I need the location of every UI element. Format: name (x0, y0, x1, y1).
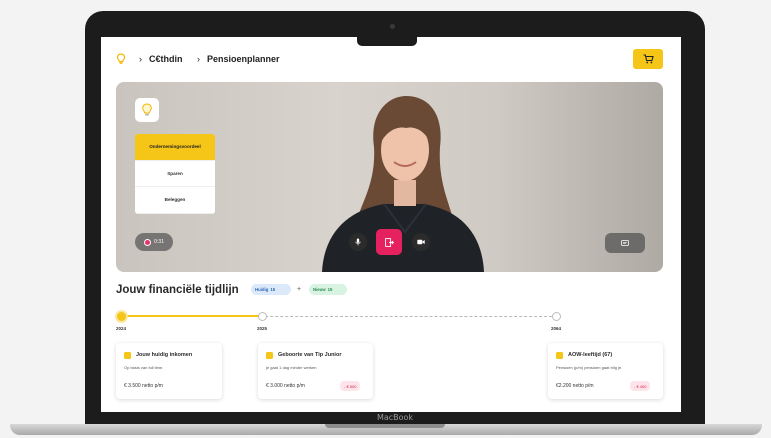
wallet-icon (124, 352, 131, 359)
menu-item-sparen[interactable]: Sparen (135, 161, 215, 188)
camera-notch (357, 37, 417, 46)
microphone-button[interactable] (349, 233, 367, 251)
delta-badge: - € 500 (340, 381, 361, 391)
star-icon (556, 352, 563, 359)
chevron-right-icon: › (139, 54, 142, 64)
menu-item-beleggen[interactable]: Beleggen (135, 187, 215, 214)
card-amount: €2.200 netto p/m (556, 383, 594, 389)
laptop-mockup: MacBook › C€thdin › Pensioenplanner Onde… (0, 0, 771, 438)
topic-menu: Ondernemingsvoordeel Sparen Beleggen (135, 134, 215, 214)
video-camera-icon (417, 239, 425, 245)
breadcrumb-current[interactable]: Pensioenplanner (207, 53, 280, 65)
timeline-title: Jouw financiële tijdlijn (116, 284, 239, 296)
filter-label: Huidig (255, 287, 269, 292)
delta-badge: - € 400 (630, 381, 651, 391)
cart-icon (643, 54, 654, 64)
card-title: AOW-leeftijd (67) (568, 352, 613, 358)
chevron-right-icon: › (197, 54, 200, 64)
timeline-year: 2024 (116, 326, 127, 331)
baby-icon (266, 352, 273, 359)
card-subtitle: Pensioen (p/m) pensioen gaat trilg je. (556, 365, 623, 370)
chat-icon (621, 239, 629, 246)
timeline-node[interactable] (258, 312, 267, 321)
webcam-dot (390, 24, 395, 29)
menu-item-ondernemingsvoordeel[interactable]: Ondernemingsvoordeel (135, 134, 215, 161)
filter-label: Nieuw (313, 287, 326, 292)
app-screen: › C€thdin › Pensioenplanner Ondernemings… (101, 37, 681, 412)
lightbulb-tile[interactable] (135, 98, 159, 122)
filter-count: 15 (270, 287, 276, 292)
filter-pill-nieuw[interactable]: Nieuw 15 (309, 284, 347, 295)
timeline-card-aow[interactable]: AOW-leeftijd (67) Pensioen (p/m) pensioe… (548, 343, 663, 399)
timeline-node[interactable] (552, 312, 561, 321)
filter-pill-huidig[interactable]: Huidig 15 (251, 284, 291, 295)
breadcrumb-home[interactable]: C€thdin (149, 53, 183, 65)
laptop-hinge (325, 424, 445, 428)
card-title: Jouw huidig inkomen (136, 352, 193, 358)
timeline-year: 2025 (257, 326, 268, 331)
timeline-node[interactable] (117, 312, 126, 321)
timeline-progress (121, 315, 261, 317)
participant-video (322, 96, 484, 272)
device-label: MacBook (376, 413, 414, 422)
card-amount: € 3.000 netto p/m (266, 383, 305, 389)
add-filter-button[interactable]: + (297, 284, 301, 295)
timeline-card-birth[interactable]: Geboorte van Tip Junior je gaat 1 dag mi… (258, 343, 373, 399)
video-call-panel: Ondernemingsvoordeel Sparen Beleggen 0:3… (116, 82, 663, 272)
timeline-year: 2064 (551, 326, 562, 331)
card-amount: € 3.500 netto p/m (124, 383, 163, 389)
card-subtitle: je gaat 1 dag minder werken (266, 365, 317, 370)
filter-count: 15 (327, 287, 333, 292)
record-icon (144, 238, 152, 246)
timeline-card-income[interactable]: Jouw huidig inkomen Op basis van full ti… (116, 343, 222, 399)
chat-button[interactable] (605, 233, 645, 253)
recording-indicator: 0:31 (135, 233, 173, 251)
exit-icon (384, 237, 394, 247)
lightbulb-icon[interactable] (116, 53, 126, 65)
cart-button[interactable] (633, 49, 663, 69)
card-title: Geboorte van Tip Junior (278, 352, 342, 358)
microphone-icon (355, 238, 361, 246)
camera-button[interactable] (412, 233, 430, 251)
leave-call-button[interactable] (376, 229, 402, 255)
lightbulb-icon (142, 103, 152, 116)
card-subtitle: Op basis van full time. (124, 365, 164, 370)
recording-time: 0:31 (154, 239, 164, 245)
